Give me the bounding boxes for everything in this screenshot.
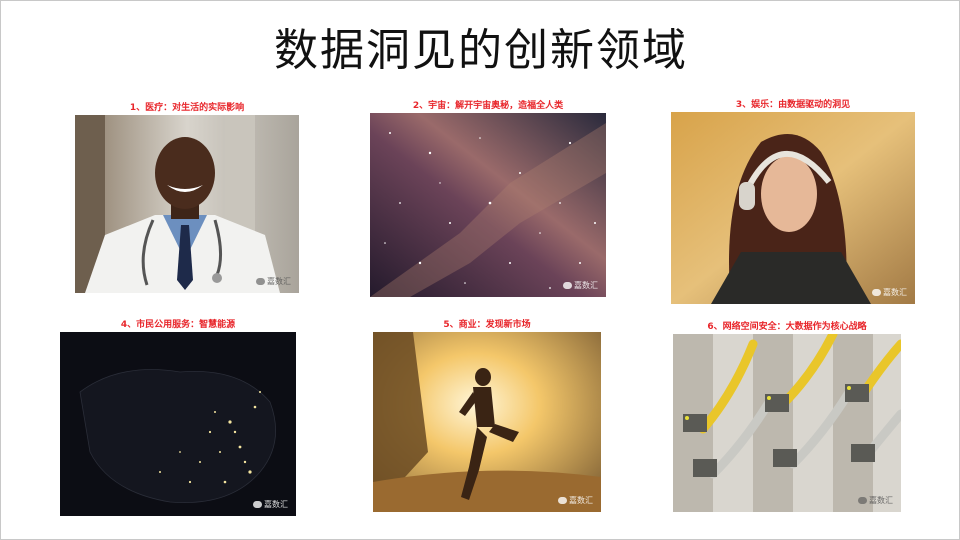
watermark: 嘉数汇 [256, 276, 291, 287]
network-cables-photo: 嘉数汇 [673, 334, 901, 512]
night-map-photo: 嘉数汇 [60, 332, 296, 516]
wechat-icon [858, 497, 867, 504]
caption-cyber-security: 6、网络空间安全：大数据作为核心战略 [707, 322, 867, 332]
wechat-icon [256, 278, 265, 285]
wechat-icon [563, 282, 572, 289]
watermark-text: 嘉数汇 [869, 496, 893, 505]
watermark: 嘉数汇 [558, 495, 593, 506]
watermark-text: 嘉数汇 [264, 500, 288, 509]
caption-public-services: 4、市民公用服务：智慧能源 [120, 320, 236, 330]
watermark-text: 嘉数汇 [574, 281, 598, 290]
caption-entertainment: 3、娱乐：由数据驱动的洞见 [735, 100, 851, 110]
watermark-text: 嘉数汇 [267, 277, 291, 286]
doctor-photo: 嘉数汇 [75, 115, 299, 293]
runner-photo: 嘉数汇 [373, 332, 601, 512]
watermark-text: 嘉数汇 [883, 288, 907, 297]
caption-universe: 2、宇宙：解开宇宙奥秘，造福全人类 [412, 101, 564, 111]
wechat-icon [253, 501, 262, 508]
galaxy-photo: 嘉数汇 [370, 113, 606, 297]
slide: 数据洞见的创新领域 1、医疗：对生活的实际影响 嘉数汇 2、宇宙：解开宇宙奥秘，… [0, 0, 960, 540]
watermark: 嘉数汇 [872, 287, 907, 298]
watermark-text: 嘉数汇 [569, 496, 593, 505]
slide-title: 数据洞见的创新领域 [274, 25, 688, 76]
wechat-icon [558, 497, 567, 504]
headphones-woman-photo: 嘉数汇 [671, 112, 915, 304]
watermark: 嘉数汇 [253, 499, 288, 510]
watermark: 嘉数汇 [563, 280, 598, 291]
wechat-icon [872, 289, 881, 296]
caption-business: 5、商业：发现新市场 [443, 320, 531, 330]
caption-healthcare: 1、医疗：对生活的实际影响 [129, 103, 245, 113]
watermark: 嘉数汇 [858, 495, 893, 506]
